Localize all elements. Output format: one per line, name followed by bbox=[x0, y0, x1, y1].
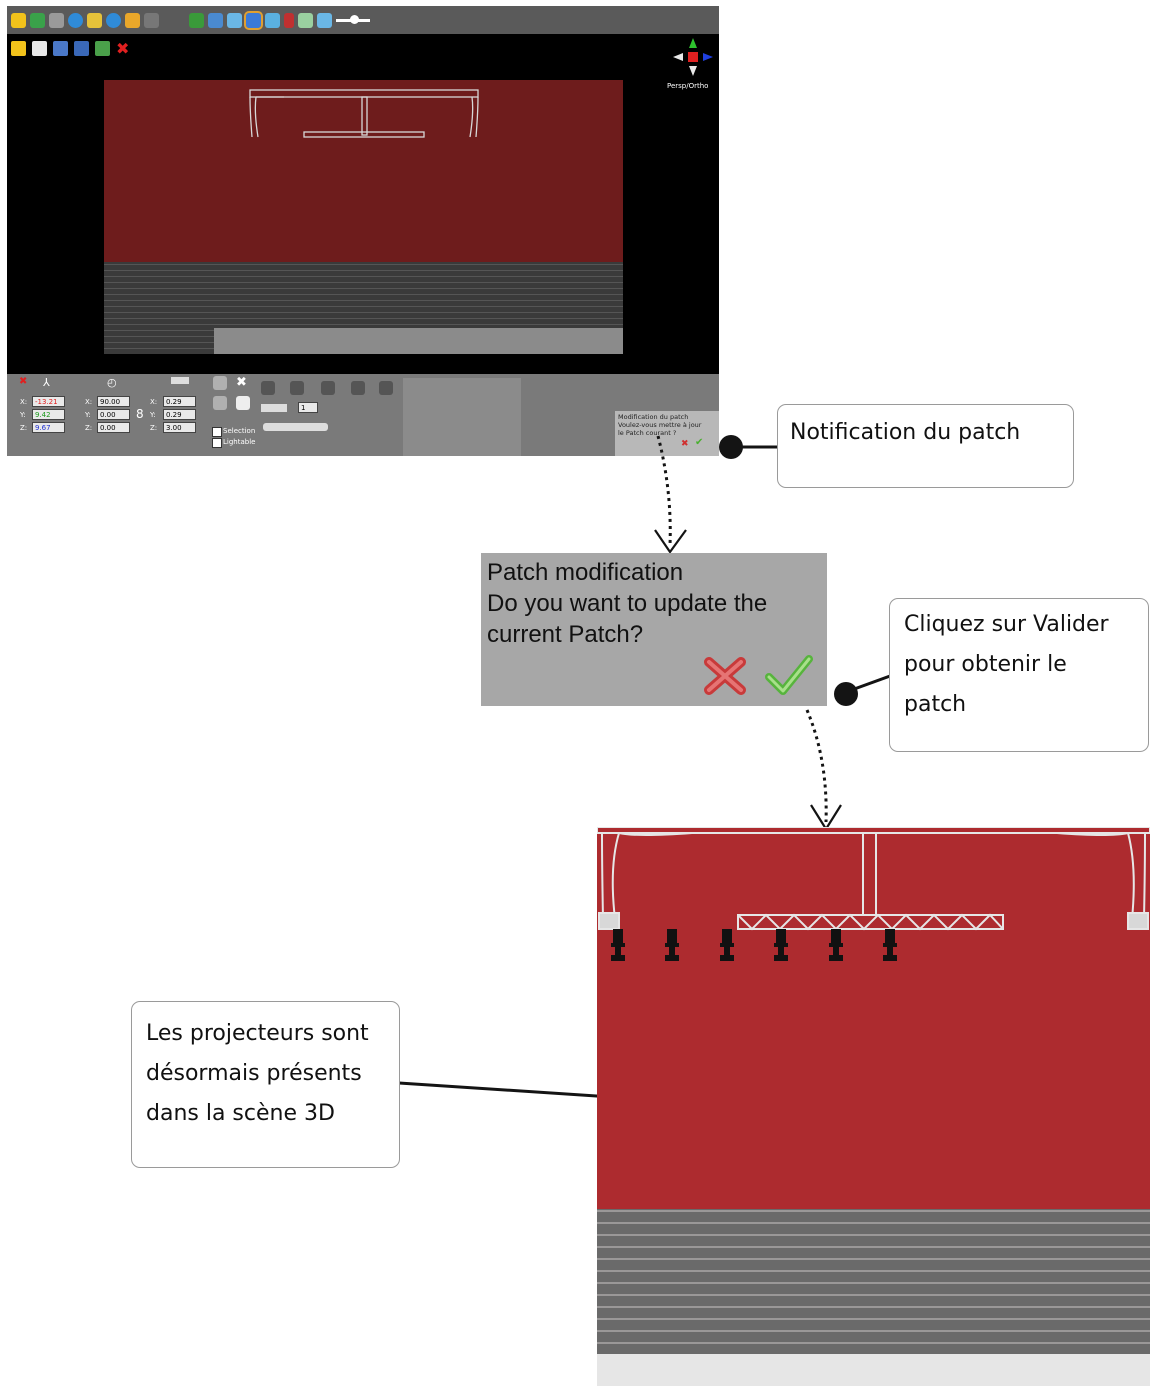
callout-notification: Notification du patch bbox=[777, 404, 1074, 488]
patch-dialog-zoom: Patch modification Do you want to update… bbox=[481, 553, 827, 706]
scene-zoom bbox=[597, 827, 1150, 1386]
projector[interactable] bbox=[611, 929, 625, 961]
callout-validate: Cliquez sur Valider pour obtenir le patc… bbox=[889, 598, 1149, 752]
scene-floor bbox=[597, 1354, 1150, 1386]
callout-notification-text: Notification du patch bbox=[790, 420, 1021, 445]
projector[interactable] bbox=[665, 929, 679, 961]
callout-projectors-line3: dans la scène 3D bbox=[146, 1101, 335, 1126]
callout-projectors-line2: désormais présents bbox=[146, 1061, 362, 1086]
scene-truss-structure bbox=[597, 827, 1150, 931]
dialog-line3: current Patch? bbox=[487, 621, 644, 648]
callout-validate-line1: Cliquez sur Valider bbox=[904, 612, 1109, 637]
projector[interactable] bbox=[829, 929, 843, 961]
projector[interactable] bbox=[720, 929, 734, 961]
callout-projectors: Les projecteurs sont désormais présents … bbox=[131, 1001, 400, 1168]
projector[interactable] bbox=[774, 929, 788, 961]
callout-validate-line3: patch bbox=[904, 692, 967, 717]
callout-validate-line2: pour obtenir le bbox=[904, 652, 1067, 677]
red-cross-icon[interactable] bbox=[703, 656, 747, 696]
projector[interactable] bbox=[883, 929, 897, 961]
callout-projectors-line1: Les projecteurs sont bbox=[146, 1021, 369, 1046]
connector-dot-notification bbox=[719, 435, 743, 459]
dialog-line2: Do you want to update the bbox=[487, 590, 768, 617]
dialog-title: Patch modification bbox=[487, 559, 684, 586]
scene-brick-wall bbox=[597, 1209, 1150, 1354]
green-check-icon[interactable] bbox=[765, 653, 813, 697]
connector-dot-validate bbox=[834, 682, 858, 706]
